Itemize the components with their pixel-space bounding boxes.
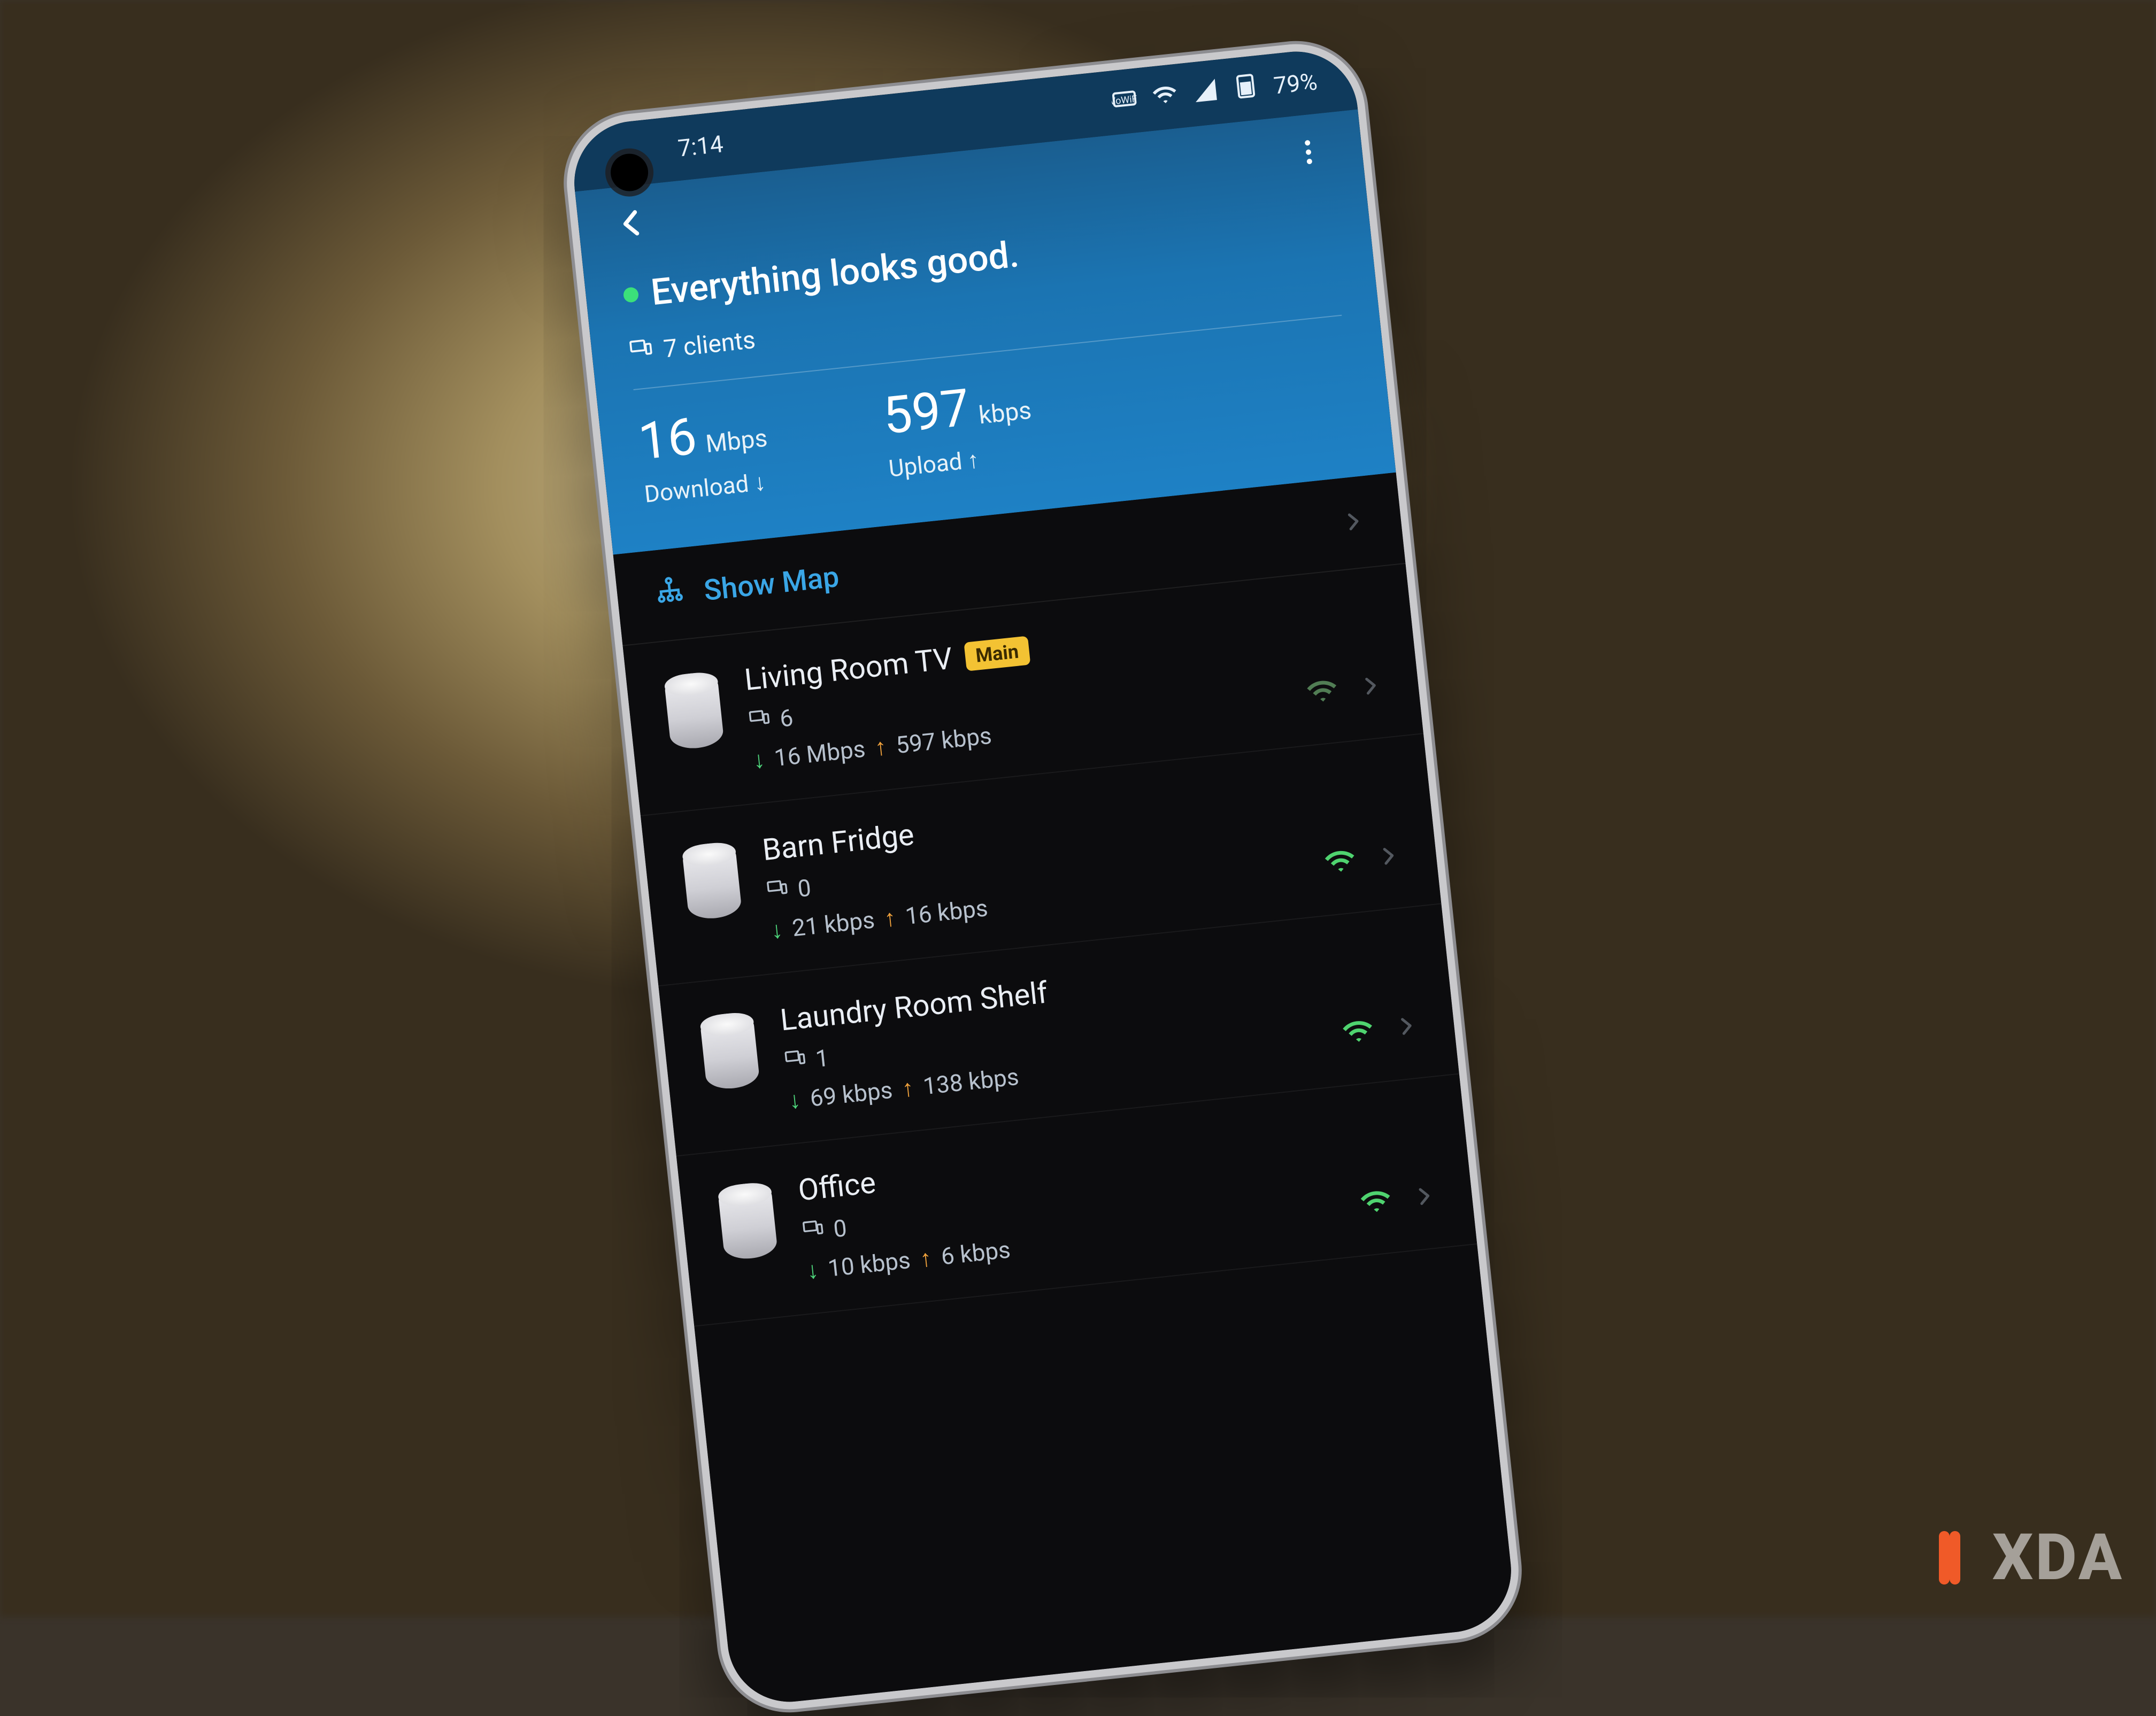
battery-percent: 79%: [1272, 67, 1319, 99]
upload-speed: 597kbps Upload↑: [881, 376, 1037, 483]
down-arrow-icon: ↓: [787, 1086, 802, 1115]
chevron-right-icon: [1341, 510, 1365, 536]
down-arrow-icon: ↓: [752, 745, 766, 774]
download-value: 16: [636, 407, 699, 473]
down-arrow-icon: ↓: [805, 1256, 820, 1285]
topology-icon: [653, 574, 687, 614]
devices-icon: [765, 876, 789, 906]
node-download: 21 kbps: [791, 906, 876, 942]
up-arrow-icon: ↑: [873, 732, 888, 761]
node-upload: 597 kbps: [895, 722, 993, 759]
router-icon: [699, 1011, 760, 1091]
clients-count-text: 7 clients: [662, 326, 757, 364]
up-arrow-icon: ↑: [966, 445, 980, 474]
phone-frame: 7:14 VoWiFi 79%: [560, 37, 1525, 1716]
devices-icon: [801, 1217, 825, 1247]
node-upload: 6 kbps: [940, 1235, 1012, 1270]
status-time: 7:14: [676, 130, 725, 163]
wifi-signal-icon: [1358, 1184, 1393, 1221]
upload-label: Upload: [887, 447, 963, 483]
watermark-text: XDA: [1992, 1520, 2124, 1595]
up-arrow-icon: ↑: [919, 1244, 933, 1273]
node-client-count: 0: [796, 874, 812, 903]
node-client-count: 1: [814, 1044, 830, 1073]
main-badge: Main: [964, 636, 1030, 671]
more-options-button[interactable]: [1291, 135, 1327, 177]
node-name: Barn Fridge: [761, 817, 916, 868]
node-upload: 16 kbps: [904, 894, 989, 930]
router-icon: [664, 671, 725, 751]
battery-icon: [1231, 72, 1260, 106]
router-icon: [681, 841, 742, 921]
chevron-right-icon: [1376, 844, 1400, 870]
chevron-right-icon: [1358, 674, 1382, 700]
node-name: Living Room TV: [743, 641, 954, 698]
wifi-signal-icon: [1322, 844, 1358, 881]
router-icon: [717, 1181, 778, 1261]
chevron-right-icon: [1394, 1015, 1418, 1040]
node-download: 16 Mbps: [773, 735, 866, 772]
devices-icon: [628, 336, 654, 368]
upload-value: 597: [880, 378, 973, 446]
node-download: 69 kbps: [808, 1076, 894, 1112]
upload-unit: kbps: [977, 396, 1033, 430]
status-text: Everything looks good.: [649, 233, 1021, 314]
status-dot-icon: [623, 287, 640, 303]
wifi-status-icon: [1151, 80, 1180, 114]
wifi-signal-icon: [1305, 674, 1340, 711]
vowifi-icon: VoWiFi: [1111, 84, 1139, 119]
xda-watermark: XDA: [1918, 1520, 2124, 1595]
up-arrow-icon: ↑: [900, 1074, 915, 1103]
node-upload: 138 kbps: [922, 1063, 1020, 1100]
node-download: 10 kbps: [827, 1246, 912, 1282]
devices-icon: [783, 1046, 807, 1076]
signal-icon: [1191, 76, 1220, 110]
node-name: Office: [796, 1165, 877, 1208]
down-arrow-icon: ↓: [752, 468, 767, 497]
download-speed: 16Mbps Download↓: [636, 404, 773, 508]
show-map-label: Show Map: [702, 560, 841, 607]
node-client-count: 6: [779, 704, 795, 732]
wifi-signal-icon: [1340, 1014, 1375, 1051]
down-arrow-icon: ↓: [769, 916, 784, 945]
devices-icon: [748, 706, 772, 736]
up-arrow-icon: ↑: [883, 903, 897, 932]
back-button[interactable]: [614, 206, 650, 248]
download-label: Download: [643, 470, 750, 508]
chevron-right-icon: [1412, 1185, 1435, 1210]
node-client-count: 0: [832, 1214, 848, 1243]
download-unit: Mbps: [704, 423, 769, 459]
